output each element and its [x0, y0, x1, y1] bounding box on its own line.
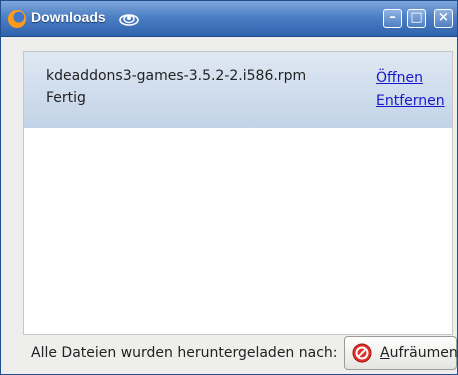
title-bar[interactable]: Downloads – □ ×: [1, 1, 457, 37]
swirl-icon: [119, 14, 139, 26]
window-title: Downloads: [31, 9, 106, 25]
cleanup-label-rest: ufräumen: [389, 345, 458, 361]
minimize-button[interactable]: –: [383, 9, 402, 28]
cleanup-label: Aufräumen: [380, 345, 458, 361]
download-item[interactable]: kdeaddons3-games-3.5.2-2.i586.rpm Fertig…: [24, 52, 452, 128]
no-entry-icon: [352, 343, 372, 363]
download-status: Fertig: [46, 90, 86, 106]
open-link[interactable]: Öffnen: [376, 70, 423, 86]
remove-link[interactable]: Entfernen: [376, 93, 445, 109]
download-folder-label: Alle Dateien wurden heruntergeladen nach…: [31, 345, 338, 361]
maximize-button[interactable]: □: [407, 9, 426, 28]
downloads-list[interactable]: kdeaddons3-games-3.5.2-2.i586.rpm Fertig…: [23, 51, 453, 335]
download-filename: kdeaddons3-games-3.5.2-2.i586.rpm: [46, 68, 307, 84]
cleanup-accelerator: A: [380, 345, 390, 361]
downloads-window: Downloads – □ × kdeaddons3-games-3.5.2-2…: [0, 0, 458, 375]
close-button[interactable]: ×: [434, 9, 453, 28]
cleanup-button[interactable]: Aufräumen: [344, 336, 458, 370]
firefox-icon: [8, 10, 26, 28]
